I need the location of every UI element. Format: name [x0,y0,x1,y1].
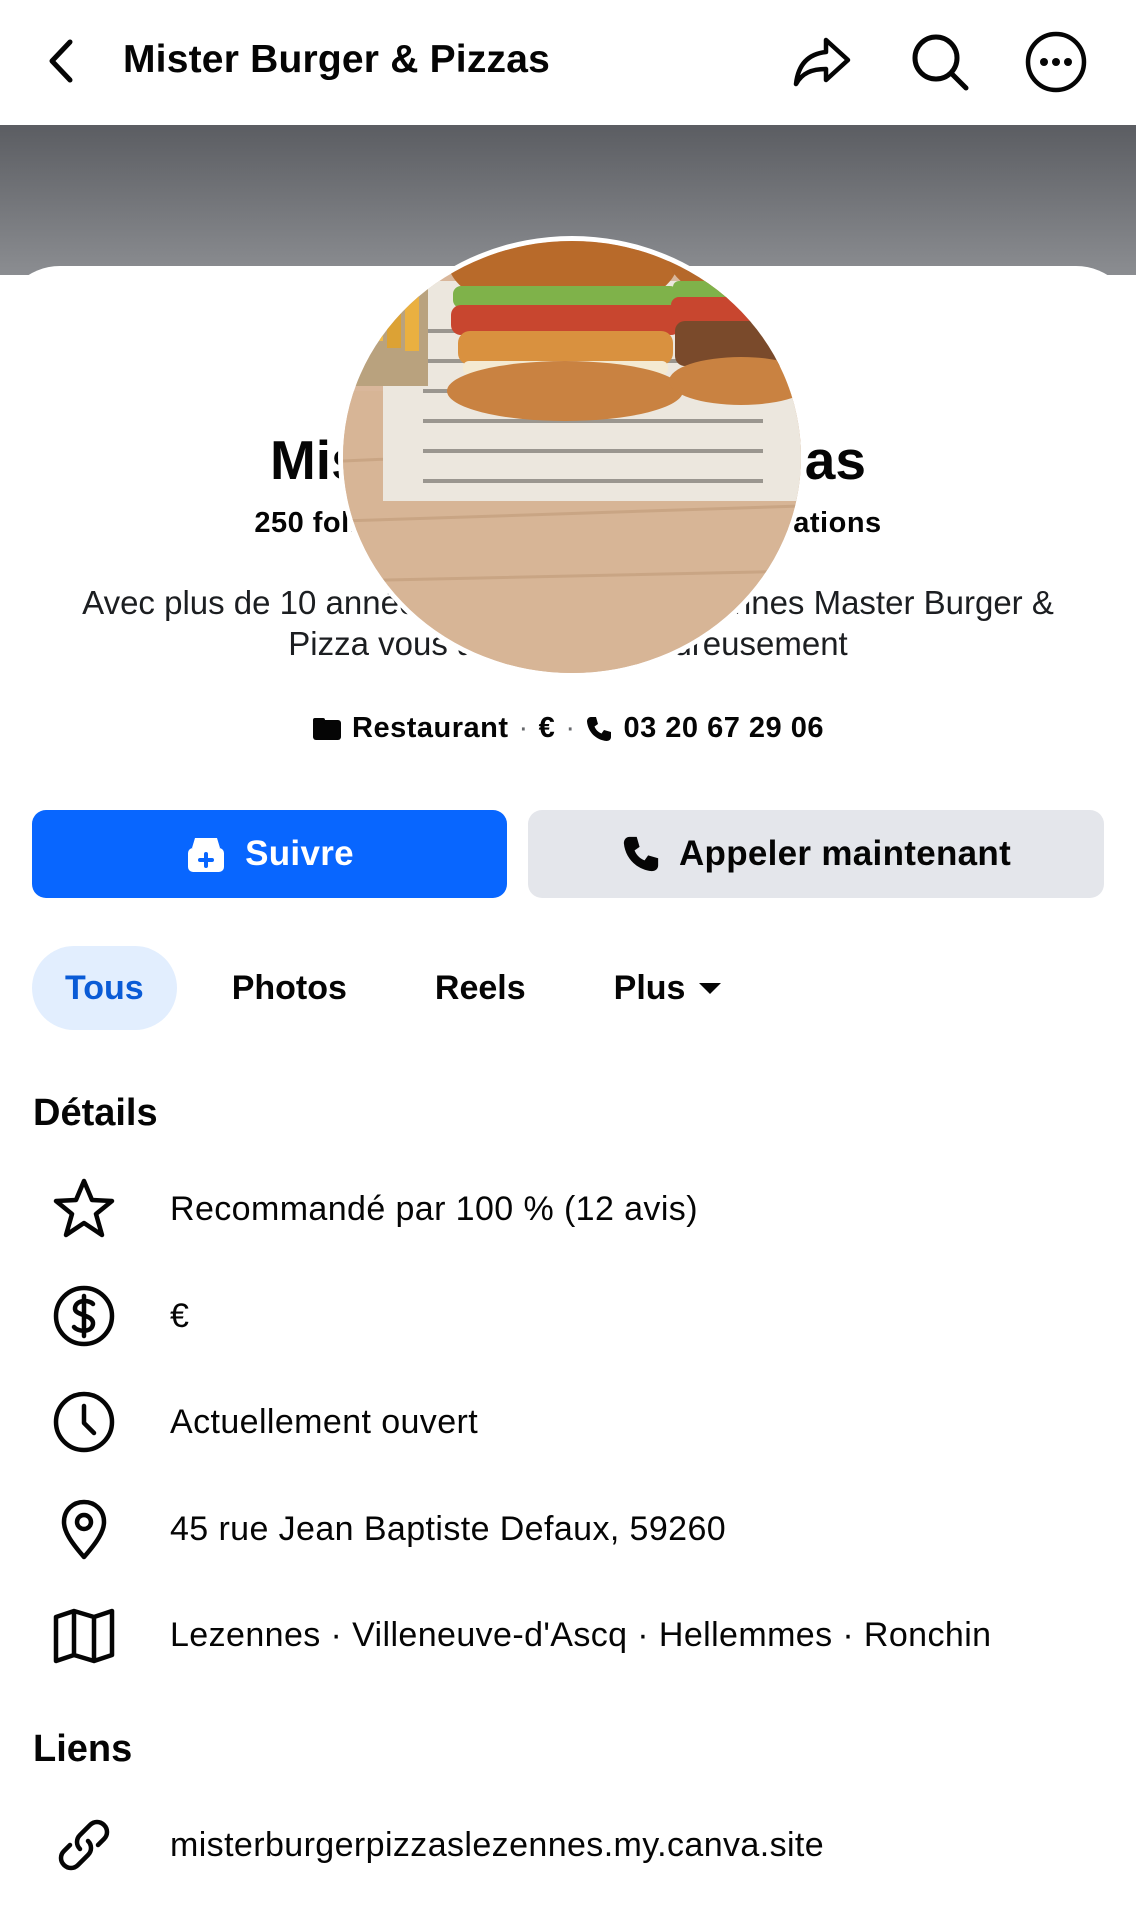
phone-number[interactable]: 03 20 67 29 06 [623,712,824,745]
tab-label: Photos [231,968,347,1007]
tab-label: Reels [434,968,526,1007]
page-meta: Restaurant · € · 03 20 67 29 06 [0,712,1136,745]
category-icon [312,717,342,741]
detail-row-address[interactable]: 45 rue Jean Baptiste Defaux, 59260 [0,1476,1136,1582]
tab-label: Tous [65,968,144,1007]
detail-text: Actuellement ouvert [170,1402,479,1441]
search-icon[interactable] [908,30,972,94]
link-row-website[interactable]: misterburgerpizzaslezennes.my.canva.site [0,1792,1136,1898]
follow-button[interactable]: Suivre [32,810,507,898]
detail-text: Recommandé par 100 % (12 avis) [170,1189,698,1228]
detail-row-rating: Recommandé par 100 % (12 avis) [0,1156,1136,1262]
map-icon [50,1601,118,1669]
detail-text: Lezennes · Villeneuve-d'Ascq · Hellemmes… [170,1615,992,1654]
detail-text: € [170,1296,190,1335]
star-icon [50,1175,118,1243]
clock-icon [50,1388,118,1456]
category-label: Restaurant [352,712,509,744]
price-label: € [538,712,556,744]
tab-label: Plus [613,968,686,1007]
meta-separator: · [565,712,576,744]
caret-down-icon [697,980,723,996]
more-options-icon[interactable] [1024,30,1088,94]
tab-plus[interactable]: Plus [581,946,757,1030]
tab-reels[interactable]: Reels [402,946,559,1030]
top-navigation-bar: Mister Burger & Pizzas [0,0,1136,125]
follow-icon [185,834,227,874]
dollar-circle-icon [50,1282,118,1350]
profile-picture[interactable] [338,236,806,678]
tab-tous[interactable]: Tous [32,946,177,1030]
share-icon[interactable] [790,30,854,94]
link-icon [50,1811,118,1879]
phone-icon [621,834,661,874]
profile-tabs: Tous Photos Reels Plus [32,946,778,1030]
tab-photos[interactable]: Photos [199,946,380,1030]
detail-row-service-area: Lezennes · Villeneuve-d'Ascq · Hellemmes… [0,1582,1136,1688]
page-title: Mister Burger & Pizzas [123,38,551,81]
follow-label: Suivre [245,834,354,873]
call-now-button[interactable]: Appeler maintenant [528,810,1104,898]
detail-row-price: € [0,1263,1136,1369]
back-icon[interactable] [38,36,88,86]
phone-icon [585,715,613,743]
details-section-title: Détails [33,1092,158,1134]
location-pin-icon [50,1495,118,1563]
meta-separator: · [518,712,529,744]
call-now-label: Appeler maintenant [678,834,1012,873]
detail-text: 45 rue Jean Baptiste Defaux, 59260 [170,1509,727,1548]
website-link[interactable]: misterburgerpizzaslezennes.my.canva.site [170,1826,824,1865]
links-section-title: Liens [33,1728,133,1770]
detail-row-hours: Actuellement ouvert [0,1369,1136,1475]
